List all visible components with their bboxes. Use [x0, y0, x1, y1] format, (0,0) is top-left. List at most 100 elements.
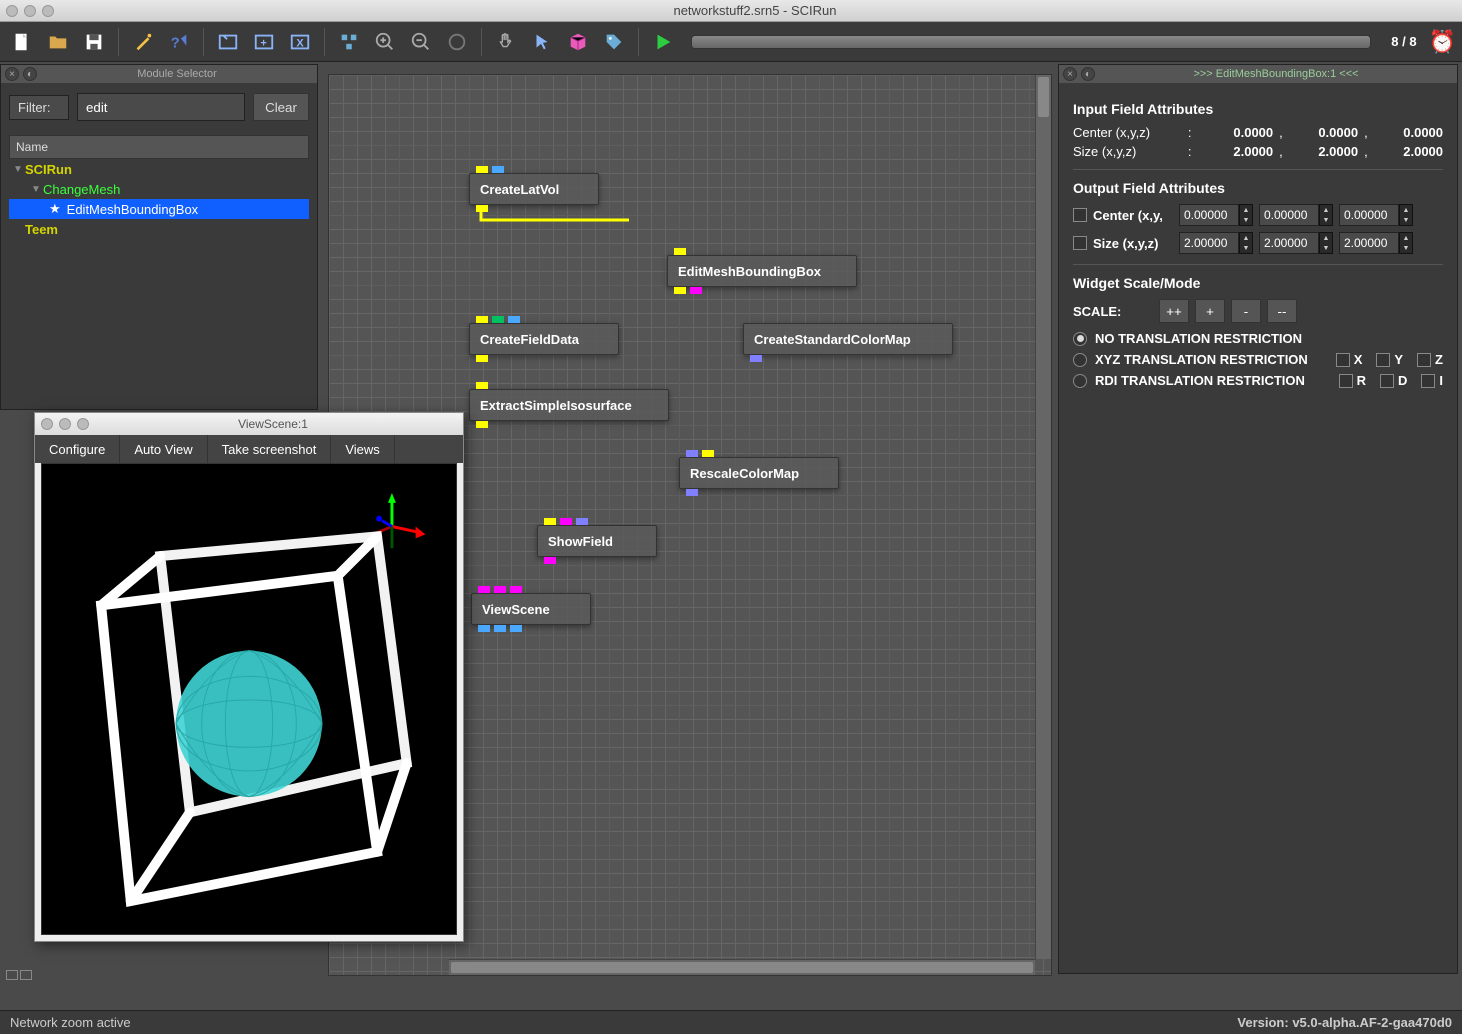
- center-x-input[interactable]: [1179, 204, 1239, 226]
- center-z-input[interactable]: [1339, 204, 1399, 226]
- viewscene-window[interactable]: ViewScene:1 Configure Auto View Take scr…: [34, 412, 464, 942]
- minimize-icon[interactable]: [24, 5, 36, 17]
- node-label: CreateStandardColorMap: [754, 332, 911, 347]
- zoom-icon[interactable]: [77, 418, 89, 430]
- render-viewport[interactable]: [41, 463, 457, 935]
- canvas-scrollbar-vertical[interactable]: [1035, 75, 1051, 959]
- alarm-icon[interactable]: ⏰: [1429, 29, 1456, 55]
- node-label: ViewScene: [482, 602, 550, 617]
- zoom-out-button[interactable]: [405, 26, 437, 58]
- tag-button[interactable]: [598, 26, 630, 58]
- pointer-button[interactable]: [526, 26, 558, 58]
- wand-button[interactable]: [127, 26, 159, 58]
- check-i[interactable]: [1421, 374, 1435, 388]
- output-attrs-header: Output Field Attributes: [1073, 180, 1443, 196]
- add-window-button[interactable]: +: [248, 26, 280, 58]
- tree-item-scirun[interactable]: ▼SCIRun: [9, 159, 309, 179]
- scale-p-button[interactable]: +: [1195, 299, 1225, 323]
- node-createfielddata[interactable]: CreateFieldData: [469, 323, 619, 355]
- close-icon[interactable]: [6, 5, 18, 17]
- clear-button[interactable]: Clear: [253, 93, 309, 121]
- node-rescalecolormap[interactable]: RescaleColorMap: [679, 457, 839, 489]
- layout-toggle-icons[interactable]: [6, 970, 32, 980]
- traffic-lights: [6, 5, 54, 17]
- node-createlatvol[interactable]: CreateLatVol: [469, 173, 599, 205]
- node-createstandardcolormap[interactable]: CreateStandardColorMap: [743, 323, 953, 355]
- help-button[interactable]: ?: [163, 26, 195, 58]
- align-button[interactable]: [333, 26, 365, 58]
- check-x[interactable]: [1336, 353, 1350, 367]
- zoom-icon[interactable]: [42, 5, 54, 17]
- progress-slider[interactable]: [691, 35, 1371, 49]
- module-selector-panel: × ◐ Module Selector Filter: Clear Name ▼…: [0, 64, 318, 410]
- configure-button[interactable]: Configure: [35, 435, 120, 463]
- screenshot-button[interactable]: Take screenshot: [208, 435, 332, 463]
- star-icon: ★: [49, 201, 61, 217]
- scale-m-button[interactable]: -: [1231, 299, 1261, 323]
- new-file-button[interactable]: [6, 26, 38, 58]
- main-toolbar: ? + X 8 / 8 ⏰: [0, 22, 1462, 62]
- size-checkbox[interactable]: [1073, 236, 1087, 250]
- node-extractisosurface[interactable]: ExtractSimpleIsosurface: [469, 389, 669, 421]
- spinner[interactable]: ▲▼: [1399, 232, 1413, 254]
- panel-pin-icon[interactable]: ◐: [1081, 67, 1095, 81]
- module-tree: ▼SCIRun ▼ChangeMesh ★EditMeshBoundingBox…: [9, 159, 309, 239]
- properties-panel: × ◐ >>> EditMeshBoundingBox:1 <<< Input …: [1058, 64, 1458, 974]
- tree-item-editmeshboundingbox[interactable]: ★EditMeshBoundingBox: [9, 199, 309, 219]
- node-label: ExtractSimpleIsosurface: [480, 398, 632, 413]
- canvas-scrollbar-horizontal[interactable]: [449, 959, 1035, 975]
- tree-item-changemesh[interactable]: ▼ChangeMesh: [9, 179, 309, 199]
- center-y-input[interactable]: [1259, 204, 1319, 226]
- status-version: Version: v5.0-alpha.AF-2-gaa470d0: [1237, 1015, 1452, 1030]
- views-button[interactable]: Views: [331, 435, 394, 463]
- hand-button[interactable]: [490, 26, 522, 58]
- spinner[interactable]: ▲▼: [1239, 232, 1253, 254]
- spinner[interactable]: ▲▼: [1319, 204, 1333, 226]
- out-size-row: Size (x,y,z) ▲▼ ▲▼ ▲▼: [1073, 232, 1443, 254]
- tree-item-teem[interactable]: Teem: [9, 219, 309, 239]
- check-y[interactable]: [1376, 353, 1390, 367]
- zoom-fit-button[interactable]: [441, 26, 473, 58]
- scale-pp-button[interactable]: ++: [1159, 299, 1189, 323]
- node-editmeshboundingbox[interactable]: EditMeshBoundingBox: [667, 255, 857, 287]
- panel-close-icon[interactable]: ×: [1063, 67, 1077, 81]
- svg-text:X: X: [296, 37, 304, 49]
- node-showfield[interactable]: ShowField: [537, 525, 657, 557]
- close-icon[interactable]: [41, 418, 53, 430]
- window-layout-button[interactable]: [212, 26, 244, 58]
- radio-xyz[interactable]: [1073, 353, 1087, 367]
- radio-rdi[interactable]: [1073, 374, 1087, 388]
- widget-header: Widget Scale/Mode: [1073, 275, 1443, 291]
- panel-pin-icon[interactable]: ◐: [23, 67, 37, 81]
- autoview-button[interactable]: Auto View: [120, 435, 207, 463]
- filter-label: Filter:: [9, 95, 69, 120]
- zoom-in-button[interactable]: [369, 26, 401, 58]
- toolbar-spacer: [395, 435, 463, 463]
- panel-close-icon[interactable]: ×: [5, 67, 19, 81]
- close-window-button[interactable]: X: [284, 26, 316, 58]
- play-button[interactable]: [647, 26, 679, 58]
- filter-input[interactable]: [77, 93, 245, 121]
- status-bar: Network zoom active Version: v5.0-alpha.…: [0, 1010, 1462, 1034]
- check-r[interactable]: [1339, 374, 1353, 388]
- size-z-input[interactable]: [1339, 232, 1399, 254]
- size-x-input[interactable]: [1179, 232, 1239, 254]
- center-row: Center (x,y,z): 0.0000, 0.0000, 0.0000: [1073, 125, 1443, 140]
- spinner[interactable]: ▲▼: [1319, 232, 1333, 254]
- size-y-input[interactable]: [1259, 232, 1319, 254]
- status-left: Network zoom active: [10, 1015, 131, 1030]
- spinner[interactable]: ▲▼: [1399, 204, 1413, 226]
- check-z[interactable]: [1417, 353, 1431, 367]
- radio-no-restriction[interactable]: [1073, 332, 1087, 346]
- save-button[interactable]: [78, 26, 110, 58]
- package-button[interactable]: [562, 26, 594, 58]
- node-viewscene[interactable]: ViewScene: [471, 593, 591, 625]
- center-checkbox[interactable]: [1073, 208, 1087, 222]
- scale-mm-button[interactable]: --: [1267, 299, 1297, 323]
- viewscene-titlebar[interactable]: ViewScene:1: [35, 413, 463, 435]
- spinner[interactable]: ▲▼: [1239, 204, 1253, 226]
- check-d[interactable]: [1380, 374, 1394, 388]
- open-folder-button[interactable]: [42, 26, 74, 58]
- progress-count: 8 / 8: [1391, 34, 1416, 49]
- minimize-icon[interactable]: [59, 418, 71, 430]
